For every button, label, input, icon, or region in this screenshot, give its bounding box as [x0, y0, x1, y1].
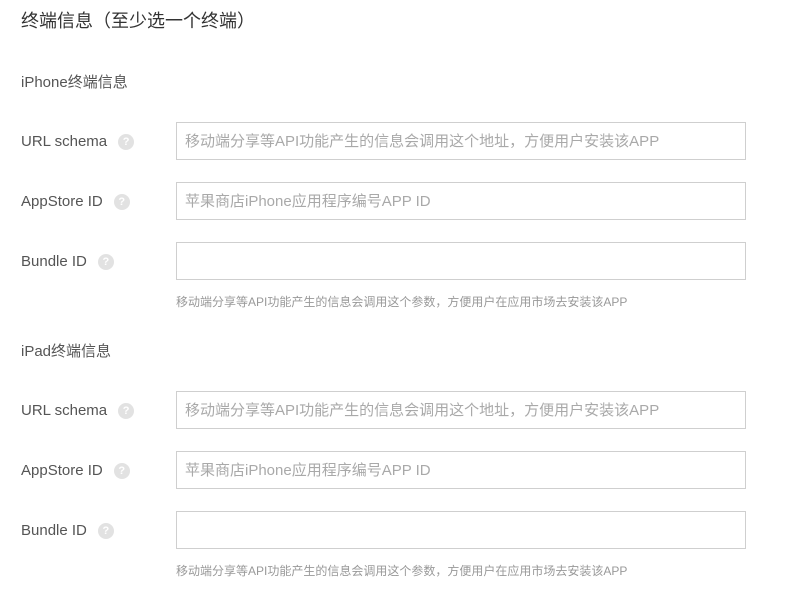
help-icon[interactable]: ? [118, 134, 135, 150]
ipad-bundle-id-label-text: Bundle ID [21, 522, 87, 539]
help-icon[interactable]: ? [97, 523, 114, 539]
iphone-bundle-id-input[interactable] [176, 242, 746, 280]
ipad-section-title: iPad终端信息 [21, 343, 112, 360]
iphone-bundle-id-label: Bundle ID ? [21, 252, 114, 272]
ipad-bundle-id-input[interactable] [176, 511, 746, 549]
ipad-appstore-id-label: AppStore ID ? [21, 461, 130, 481]
ipad-appstore-id-label-text: AppStore ID [21, 462, 103, 479]
iphone-url-schema-label-text: URL schema [21, 133, 108, 150]
iphone-bundle-id-label-text: Bundle ID [21, 253, 87, 270]
iphone-appstore-id-label-text: AppStore ID [21, 193, 103, 210]
section-title: 终端信息（至少选一个终端） [21, 11, 255, 31]
iphone-appstore-id-label: AppStore ID ? [21, 192, 130, 212]
iphone-section-title: iPhone终端信息 [21, 74, 128, 91]
iphone-bundle-id-hint: 移动端分享等API功能产生的信息会调用这个参数，方便用户在应用市场去安装该APP [176, 295, 628, 309]
ipad-bundle-id-hint: 移动端分享等API功能产生的信息会调用这个参数，方便用户在应用市场去安装该APP [176, 564, 628, 578]
iphone-appstore-id-input[interactable] [176, 182, 746, 220]
ipad-appstore-id-input[interactable] [176, 451, 746, 489]
help-icon[interactable]: ? [118, 403, 135, 419]
iphone-url-schema-label: URL schema ? [21, 132, 135, 152]
iphone-url-schema-input[interactable] [176, 122, 746, 160]
help-icon[interactable]: ? [113, 194, 130, 210]
ipad-bundle-id-label: Bundle ID ? [21, 521, 114, 541]
ipad-url-schema-input[interactable] [176, 391, 746, 429]
ipad-url-schema-label: URL schema ? [21, 401, 135, 421]
help-icon[interactable]: ? [113, 463, 130, 479]
help-icon[interactable]: ? [97, 254, 114, 270]
ipad-url-schema-label-text: URL schema [21, 402, 108, 419]
